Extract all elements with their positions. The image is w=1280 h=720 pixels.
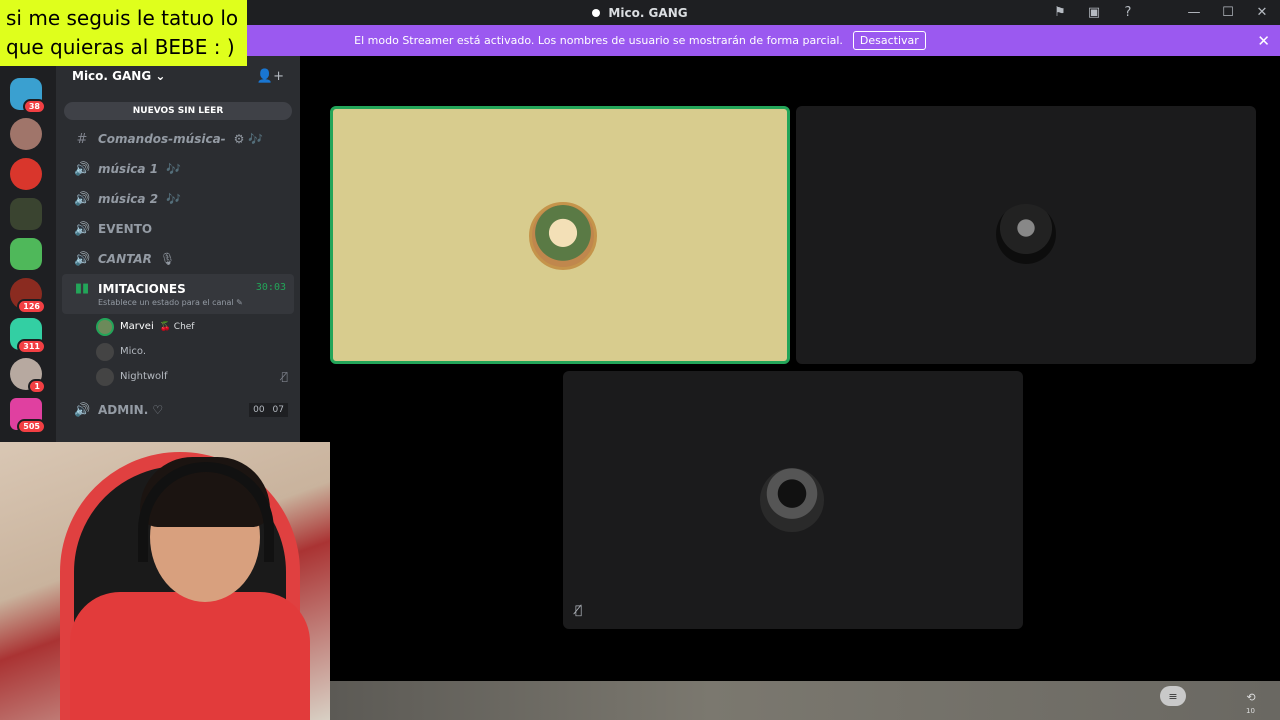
voice-channel-icon: 🔊 — [74, 191, 91, 207]
unread-pill[interactable]: NUEVOS SIN LEER — [64, 102, 292, 120]
voice-user-name: Marvei — [120, 321, 154, 332]
text-channel-icon: # — [76, 131, 88, 147]
server-icon-8[interactable]: 1 — [10, 358, 46, 394]
caption-line-2: que quieras al BEBE : ) — [6, 35, 235, 59]
activities-icon[interactable]: ≡ — [1160, 686, 1186, 706]
voice-user[interactable]: Mico. — [56, 339, 300, 364]
channel-list: Mico. GANG ⌄ 👤+ NUEVOS SIN LEER # Comand… — [56, 56, 300, 442]
channel-imitaciones[interactable]: ▮▮ IMITACIONES 30:03 Establece un estado… — [62, 274, 294, 314]
muted-mic-icon: 🎙̸ — [281, 370, 288, 383]
person-body — [70, 592, 310, 720]
add-member-icon[interactable]: 👤+ — [257, 69, 284, 84]
channel-label: Comandos-música- — [98, 132, 226, 146]
inbox-icon[interactable]: ▣ — [1086, 5, 1102, 21]
avatar — [529, 202, 597, 270]
guild-name: Mico. GANG ⌄ — [72, 69, 166, 83]
server-icon-1[interactable]: 38 — [10, 78, 46, 114]
avatar — [96, 367, 114, 386]
server-rail: 38 126 311 1 505 — [0, 66, 56, 446]
channel-emoji: 🎶 — [166, 162, 181, 176]
muted-mic-icon: 🎙̸ — [575, 603, 583, 617]
server-icon-9[interactable]: 505 — [10, 398, 46, 434]
banner-message: El modo Streamer está activado. Los nomb… — [354, 34, 843, 47]
voice-user-name: Nightwolf — [120, 371, 168, 382]
server-badge-6: 126 — [17, 299, 46, 314]
channel-label: CANTAR — [98, 252, 152, 266]
channel-emoji: ⚙ 🎶 — [233, 132, 264, 146]
caption-line-1: si me seguis le tatuo lo — [6, 6, 239, 30]
server-icon-7[interactable]: 311 — [10, 318, 46, 354]
channel-label: IMITACIONES — [98, 281, 186, 296]
server-icon-2[interactable] — [10, 118, 42, 150]
voice-channel-icon: 🔊 — [74, 402, 91, 418]
channel-admin[interactable]: 🔊 ADMIN. ♡ 00 07 — [56, 395, 300, 425]
voice-user[interactable]: Marvei 🍒 Chef — [56, 314, 300, 339]
banner-close-icon[interactable]: ✕ — [1257, 32, 1270, 50]
channel-label: ADMIN. ♡ — [98, 403, 164, 417]
minimize-icon[interactable]: — — [1186, 5, 1202, 21]
title-bar-icons: ⚑ ▣ ? — ☐ ✕ — [1052, 0, 1270, 25]
window-title-text: Mico. GANG — [608, 5, 688, 20]
voice-user-name: Mico. — [120, 346, 147, 357]
server-badge-7: 311 — [17, 339, 46, 354]
channel-musica-1[interactable]: 🔊 música 1 🎶 — [56, 154, 300, 184]
webcam-overlay — [0, 442, 330, 720]
channel-emoji: 🎙 — [159, 252, 176, 266]
disable-streamer-button[interactable]: Desactivar — [852, 31, 926, 50]
history-count: 10 — [1246, 707, 1255, 715]
avatar — [96, 342, 114, 361]
avatar — [96, 317, 114, 336]
close-window-icon[interactable]: ✕ — [1254, 5, 1270, 21]
history-icon[interactable]: ⟲ — [1238, 687, 1264, 707]
user-tag: 🍒 Chef — [159, 321, 195, 332]
server-badge-8: 1 — [28, 379, 46, 394]
voice-channel-icon: 🔊 — [74, 161, 91, 177]
voice-channel-icon: 🔊 — [74, 251, 91, 267]
voice-channel-icon: 🔊 — [74, 221, 91, 237]
channel-timer: 30:03 — [255, 282, 286, 293]
discord-window: Mico. GANG ⚑ ▣ ? — ☐ ✕ El modo Streamer … — [0, 0, 1280, 720]
voice-tile-speaking[interactable] — [330, 106, 790, 364]
server-badge-1: 38 — [22, 99, 46, 114]
voice-connected-icon: ▮▮ — [74, 281, 90, 296]
server-icon-5[interactable] — [10, 238, 42, 270]
channel-cantar[interactable]: 🔊 CANTAR 🎙 — [56, 244, 300, 274]
voice-controls-bar: ≡ ⟲ 10 — [330, 681, 1280, 720]
user-limit: 07 — [268, 403, 288, 417]
channel-status-prompt[interactable]: Establece un estado para el canal ✎ — [74, 298, 243, 307]
window-title: Mico. GANG — [592, 5, 688, 20]
voice-tile[interactable]: 🎙̸ — [563, 371, 1023, 629]
server-icon-3[interactable] — [10, 158, 42, 190]
server-badge-9: 505 — [17, 419, 46, 434]
server-icon-4[interactable] — [10, 198, 42, 230]
maximize-icon[interactable]: ☐ — [1220, 5, 1236, 21]
user-count: 00 — [249, 403, 269, 417]
voice-tile[interactable] — [796, 106, 1256, 364]
channel-musica-2[interactable]: 🔊 música 2 🎶 — [56, 184, 300, 214]
stream-caption: si me seguis le tatuo lo que quieras al … — [0, 0, 247, 66]
channel-emoji: 🎶 — [166, 192, 181, 206]
server-icon — [592, 8, 601, 17]
server-icon-6[interactable]: 126 — [10, 278, 46, 314]
channel-label: EVENTO — [98, 222, 153, 236]
avatar — [760, 468, 824, 532]
user-limit-badge: 00 07 — [249, 403, 288, 417]
voice-stage: 🎙̸ — [300, 56, 1280, 681]
channel-label: música 1 — [98, 162, 159, 176]
channel-label: música 2 — [98, 192, 159, 206]
flag-icon[interactable]: ⚑ — [1052, 5, 1068, 21]
help-icon[interactable]: ? — [1120, 5, 1136, 21]
avatar — [996, 204, 1056, 264]
voice-user[interactable]: Nightwolf 🎙̸ — [56, 364, 300, 389]
channel-comandos-musica[interactable]: # Comandos-música- ⚙ 🎶 — [56, 124, 300, 154]
channel-evento[interactable]: 🔊 EVENTO — [56, 214, 300, 244]
